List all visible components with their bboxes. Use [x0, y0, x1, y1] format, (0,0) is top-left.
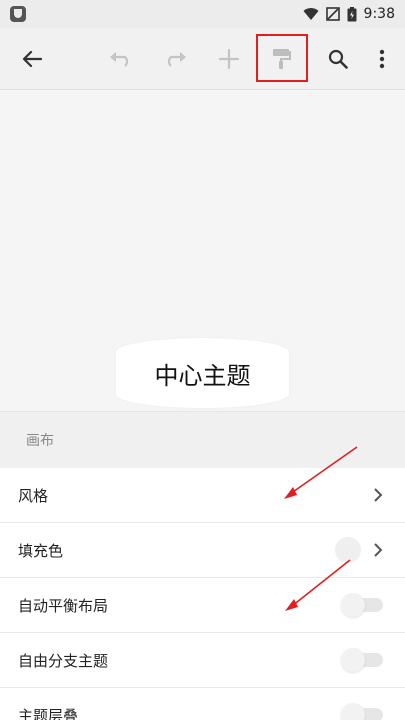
app-notification-icon	[10, 6, 26, 22]
canvas-settings-panel: 画布 风格 填充色 自动平衡布局 自由分支主题 主题层叠	[0, 411, 405, 720]
clock-time: 9:38	[363, 6, 395, 22]
chevron-right-icon	[374, 543, 383, 557]
auto-balance-toggle[interactable]	[341, 593, 383, 617]
toggle-knob	[341, 593, 365, 617]
back-icon	[22, 50, 42, 68]
back-button[interactable]	[11, 38, 53, 80]
redo-icon	[167, 52, 186, 67]
section-title: 画布	[26, 433, 54, 449]
row-label: 风格	[18, 486, 49, 505]
settings-row-style[interactable]: 风格	[0, 468, 405, 523]
undo-icon	[110, 52, 129, 67]
settings-row-free-branch[interactable]: 自由分支主题	[0, 633, 405, 688]
row-label: 自由分支主题	[18, 651, 109, 670]
free-branch-toggle[interactable]	[341, 648, 383, 672]
row-label: 自动平衡布局	[18, 596, 109, 615]
toggle-knob	[341, 703, 365, 720]
more-vert-icon	[379, 49, 385, 69]
search-icon	[328, 49, 348, 69]
settings-row-auto-balance[interactable]: 自动平衡布局	[0, 578, 405, 633]
wifi-icon	[303, 7, 319, 20]
more-options-button[interactable]	[361, 38, 403, 80]
format-paint-button[interactable]	[261, 38, 303, 80]
toolbar	[0, 28, 405, 90]
search-button[interactable]	[317, 38, 359, 80]
redo-button[interactable]	[154, 38, 196, 80]
status-bar: 9:38	[0, 0, 405, 28]
battery-icon	[347, 6, 357, 21]
chevron-right-icon	[374, 488, 383, 502]
paint-roller-icon	[273, 49, 291, 69]
add-icon	[219, 49, 239, 69]
undo-button[interactable]	[100, 38, 142, 80]
settings-row-fill-color[interactable]: 填充色	[0, 523, 405, 578]
add-topic-button[interactable]	[208, 38, 250, 80]
fill-color-swatch	[335, 537, 361, 563]
mindmap-canvas[interactable]: 中心主题	[0, 91, 405, 411]
row-label: 主题层叠	[18, 706, 79, 720]
toggle-knob	[341, 648, 365, 672]
settings-row-topic-overlap[interactable]: 主题层叠	[0, 688, 405, 720]
signal-off-icon	[325, 7, 340, 21]
row-label: 填充色	[18, 541, 64, 560]
central-topic-node[interactable]: 中心主题	[116, 338, 289, 408]
topic-overlap-toggle[interactable]	[341, 703, 383, 720]
